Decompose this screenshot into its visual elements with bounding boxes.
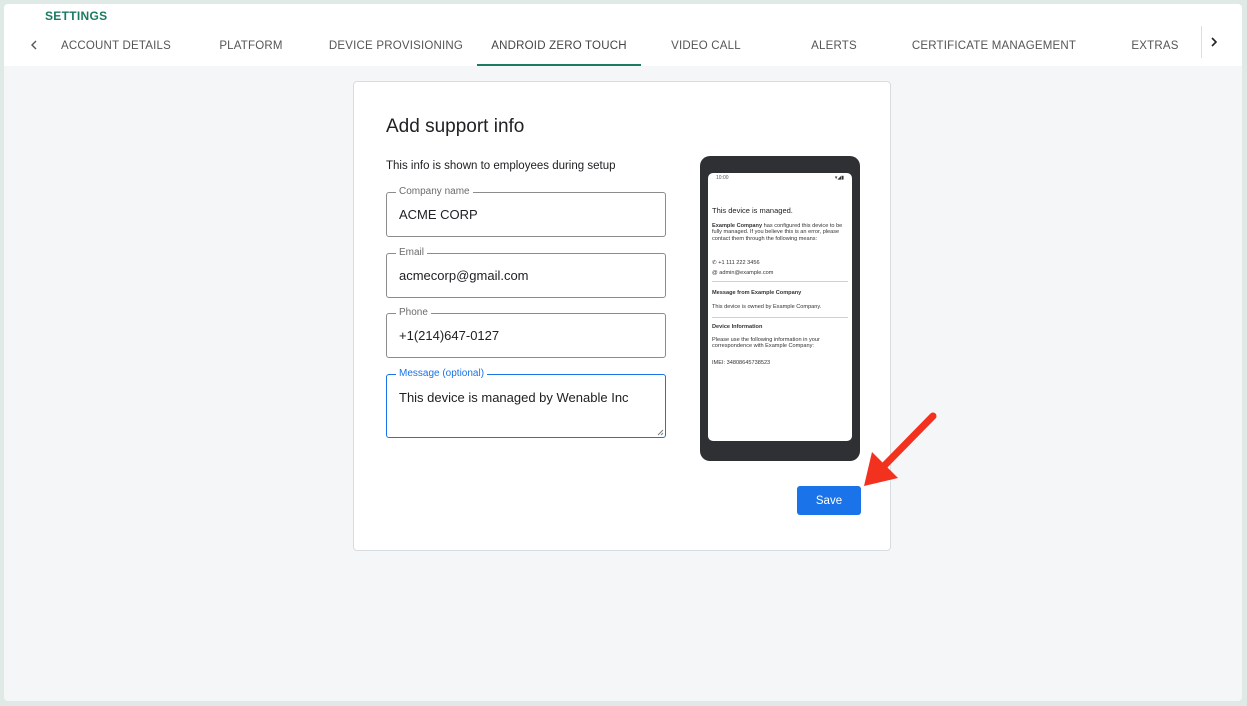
card-subtitle: This info is shown to employees during s… <box>386 160 616 172</box>
chevron-left-icon <box>31 40 37 50</box>
chevron-right-icon <box>1211 37 1218 47</box>
divider <box>712 317 848 318</box>
preview-status-time: 10:00 <box>716 175 729 181</box>
preview-email-row: @ admin@example.com <box>712 270 848 276</box>
email-field[interactable]: Email acmecorp@gmail.com <box>386 247 666 298</box>
preview-email: admin@example.com <box>719 270 774 276</box>
preview-body: Example Company has configured this devi… <box>712 223 848 242</box>
app-window: SETTINGS ACCOUNT DETAILS PLATFORM DEVICE… <box>4 4 1242 701</box>
page-title: SETTINGS <box>45 9 108 23</box>
preview-phone: +1 111 222 3456 <box>718 260 760 266</box>
message-textarea[interactable]: Message (optional) This device is manage… <box>386 368 666 438</box>
company-name-label: Company name <box>396 186 473 198</box>
divider <box>712 281 848 282</box>
preview-info-heading: Device Information <box>712 324 763 330</box>
card-title: Add support info <box>386 116 525 137</box>
phone-label: Phone <box>396 307 431 319</box>
tabs-scroll-left-button[interactable] <box>22 34 46 56</box>
device-preview-screen: 10:00 ▾◢▮ This device is managed. Exampl… <box>708 173 852 441</box>
tab-device-provisioning[interactable]: DEVICE PROVISIONING <box>322 26 470 66</box>
tab-certificate-management[interactable]: CERTIFICATE MANAGEMENT <box>910 26 1078 66</box>
company-name-value: ACME CORP <box>399 207 478 222</box>
preview-message-body: This device is owned by Example Company. <box>712 304 822 310</box>
email-label: Email <box>396 247 428 259</box>
preview-imei: IMEI: 348086457385​23 <box>712 360 771 366</box>
tab-video-call[interactable]: VIDEO CALL <box>658 26 754 66</box>
tab-android-zero-touch[interactable]: ANDROID ZERO TOUCH <box>477 26 641 66</box>
preview-message-heading: Message from Example Company <box>712 290 802 296</box>
tab-account-details[interactable]: ACCOUNT DETAILS <box>46 26 186 66</box>
support-info-card: Add support info This info is shown to e… <box>353 81 891 551</box>
phone-field[interactable]: Phone +1(214)647-0127 <box>386 307 666 358</box>
message-value: This device is managed by Wenable Inc <box>399 390 629 405</box>
at-icon: @ <box>712 270 718 276</box>
settings-header: SETTINGS ACCOUNT DETAILS PLATFORM DEVICE… <box>4 4 1242 66</box>
status-icons: ▾◢▮ <box>834 175 844 181</box>
save-button[interactable]: Save <box>797 486 861 515</box>
message-label: Message (optional) <box>396 368 488 380</box>
tab-extras[interactable]: EXTRAS <box>1124 26 1186 66</box>
preview-title: This device is managed. <box>712 206 793 215</box>
email-value: acmecorp@gmail.com <box>399 268 529 283</box>
phone-value: +1(214)647-0127 <box>399 328 500 343</box>
tab-alerts[interactable]: ALERTS <box>794 26 874 66</box>
phone-icon: ✆ <box>712 260 717 266</box>
preview-company: Example Company <box>712 223 763 229</box>
annotation-arrow-icon <box>864 412 937 486</box>
tabs-scroll-right-button[interactable] <box>1201 26 1226 58</box>
resize-handle-icon[interactable] <box>657 429 664 436</box>
company-name-field[interactable]: Company name ACME CORP <box>386 186 666 237</box>
preview-phone-row: ✆ +1 111 222 3456 <box>712 260 848 266</box>
device-preview: 10:00 ▾◢▮ This device is managed. Exampl… <box>700 156 860 461</box>
tab-platform[interactable]: PLATFORM <box>196 26 306 66</box>
preview-info-body: Please use the following information in … <box>712 337 820 350</box>
